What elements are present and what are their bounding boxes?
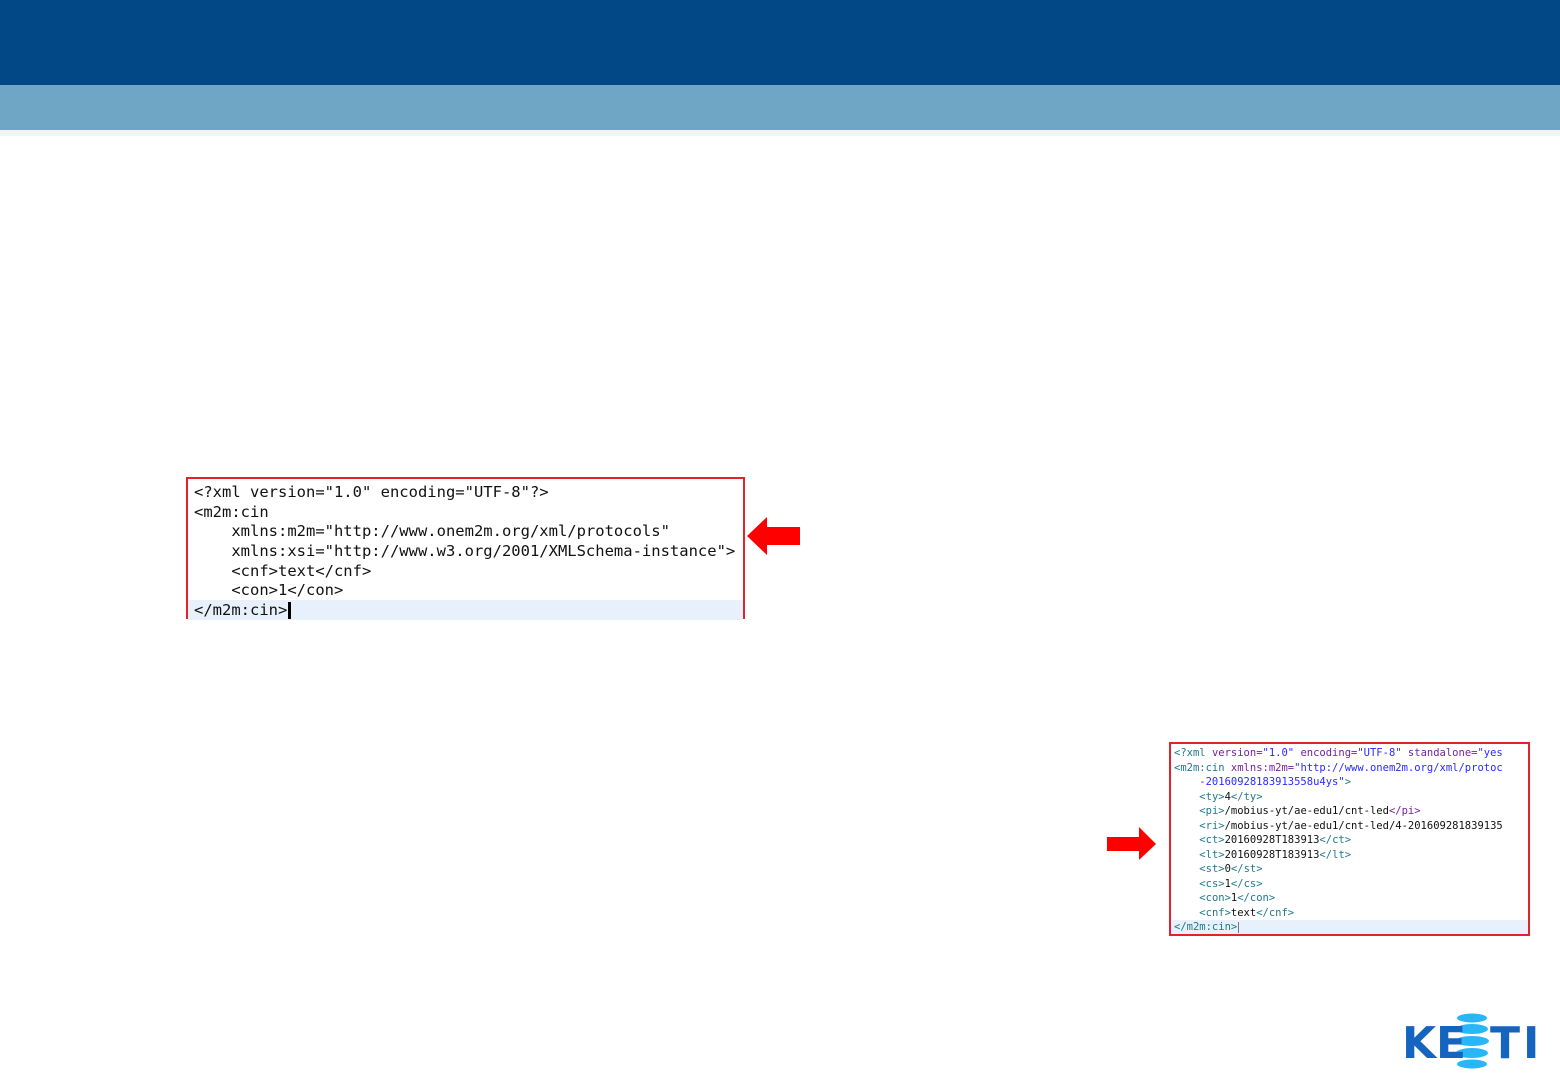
- attr-value: "http://www.onem2m.org/xml/protoc: [1294, 761, 1503, 774]
- tag-open: <cs>: [1199, 877, 1225, 890]
- code-line-ri: <ri>/mobius-yt/ae-edu1/cnt-led/4-2016092…: [1171, 819, 1528, 834]
- text-caret: [1238, 921, 1240, 933]
- logo-letter-t: T: [1490, 1018, 1520, 1069]
- code-line-cnf: <cnf>text</cnf>: [1171, 906, 1528, 921]
- code-line-cs: <cs>1</cs>: [1171, 877, 1528, 892]
- response-xml-box[interactable]: <?xml version="1.0" encoding="UTF-8" sta…: [1169, 742, 1530, 936]
- code-line-ty: <ty>4</ty>: [1171, 790, 1528, 805]
- code-line-con: <con>1</con>: [1171, 891, 1528, 906]
- code-line-current: </m2m:cin>: [1171, 920, 1528, 934]
- tag-close: </m2m:cin>: [1174, 921, 1238, 933]
- tag-close: </con>: [1237, 892, 1276, 904]
- tag-open: <con>: [1199, 892, 1231, 904]
- code-line-st: <st>0</st>: [1171, 862, 1528, 877]
- logo-letter-i: I: [1523, 1018, 1539, 1069]
- tag-open: <st>: [1199, 863, 1225, 875]
- code-line: <con>1</con>: [194, 581, 344, 599]
- code-line: <?xml version="1.0" encoding="UTF-8"?>: [194, 483, 549, 501]
- attr-name: xmlns:m2m=: [1230, 761, 1295, 774]
- logo-letter-e: E: [1436, 1018, 1466, 1069]
- tag-close: </lt>: [1319, 848, 1352, 861]
- attr-value: -20160928183913558u4ys": [1174, 776, 1345, 788]
- code-line: <?xml version="1.0" encoding="UTF-8" sta…: [1171, 746, 1528, 761]
- attr-name: version=: [1211, 747, 1263, 759]
- code-line: <m2m:cin: [194, 503, 269, 521]
- attr-name: standalone=: [1401, 747, 1478, 759]
- tag-close: </cnf>: [1256, 906, 1295, 919]
- left-arrow-icon: [747, 517, 800, 555]
- text-caret: [288, 602, 292, 619]
- tag-text: 20160928T183913: [1224, 834, 1320, 846]
- attr-name: encoding=: [1294, 747, 1358, 759]
- tag-open: <lt>: [1199, 848, 1225, 861]
- attr-value: "yes: [1477, 747, 1503, 759]
- header-subtitle-band: [0, 85, 1560, 130]
- tag-open: <ty>: [1199, 790, 1225, 803]
- right-arrow-icon: [1107, 827, 1156, 860]
- code-line: <cnf>text</cnf>: [194, 562, 372, 580]
- attr-value: "UTF-8": [1357, 747, 1402, 759]
- tag-open: <pi>: [1199, 805, 1225, 817]
- tag-text: 20160928T183913: [1224, 848, 1320, 861]
- tag-close: </cs>: [1230, 877, 1263, 890]
- tag-text: /mobius-yt/ae-edu1/cnt-led/4-20160928183…: [1224, 819, 1503, 832]
- tag-close: </st>: [1230, 863, 1263, 875]
- tag-text: /mobius-yt/ae-edu1/cnt-led: [1224, 805, 1389, 817]
- code-line-lt: <lt>20160928T183913</lt>: [1171, 848, 1528, 863]
- code-line-current: </m2m:cin>: [188, 600, 743, 620]
- code-line-pi: <pi>/mobius-yt/ae-edu1/cnt-led</pi>: [1171, 804, 1528, 819]
- tag-open: <m2m:cin: [1174, 761, 1231, 774]
- code-line: -20160928183913558u4ys">: [1171, 775, 1528, 790]
- tag-open: <ct>: [1199, 834, 1225, 846]
- header-shadow: [0, 130, 1560, 136]
- code-line: <m2m:cin xmlns:m2m="http://www.onem2m.or…: [1171, 761, 1528, 776]
- tag-close: </ct>: [1319, 834, 1352, 846]
- logo-letter-k: K: [1402, 1018, 1438, 1069]
- request-xml-box[interactable]: <?xml version="1.0" encoding="UTF-8"?> <…: [186, 477, 745, 620]
- tag-close: </pi>: [1388, 805, 1421, 817]
- code-line-ct: <ct>20160928T183913</ct>: [1171, 833, 1528, 848]
- attr-value: "1.0": [1262, 747, 1295, 759]
- keti-logo: K E T I: [1402, 1013, 1539, 1069]
- code-line-text: </m2m:cin>: [194, 601, 288, 619]
- tag-open: <cnf>: [1199, 906, 1231, 919]
- code-line: xmlns:xsi="http://www.w3.org/2001/XMLSch…: [194, 542, 736, 560]
- tag-text: text: [1230, 906, 1257, 919]
- tag-close: >: [1344, 776, 1352, 788]
- xml-decl: <?xml: [1174, 747, 1212, 759]
- code-line: xmlns:m2m="http://www.onem2m.org/xml/pro…: [194, 522, 670, 540]
- tag-open: <ri>: [1199, 819, 1225, 832]
- tag-close: </ty>: [1230, 790, 1263, 803]
- header-top-bar: [0, 0, 1560, 85]
